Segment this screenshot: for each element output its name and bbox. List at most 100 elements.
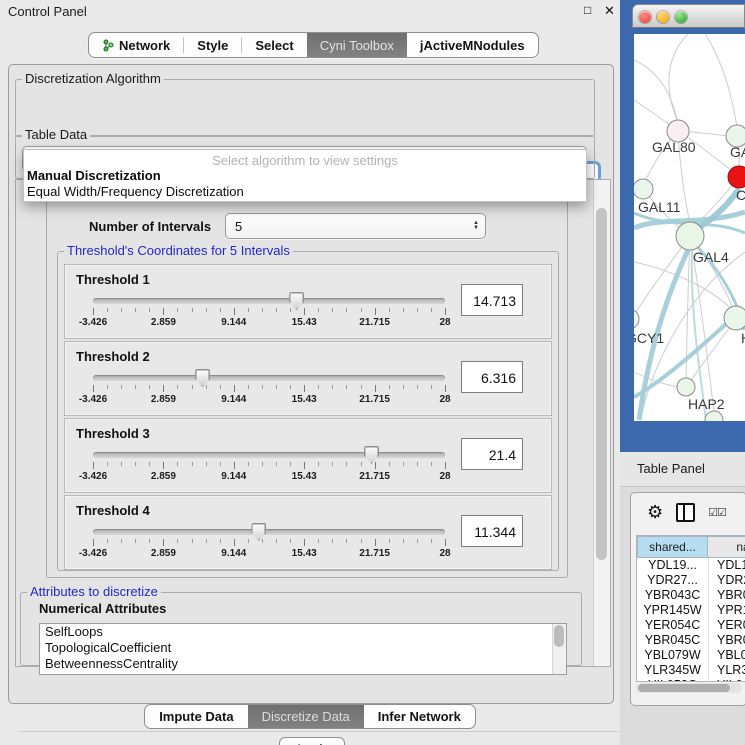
threshold-value-field[interactable]: 6.316 bbox=[461, 361, 523, 393]
slider-track[interactable] bbox=[93, 529, 445, 535]
float-window-icon[interactable]: □ bbox=[584, 3, 591, 17]
table-row[interactable]: YBR045CYBR0 bbox=[637, 633, 745, 648]
top-tab-bar: Network Style Select Cyni Toolbox jActiveMNo… bbox=[88, 32, 539, 58]
checkboxes-icon[interactable]: ☑☑ bbox=[708, 506, 726, 519]
network-node-gal4[interactable] bbox=[676, 222, 704, 250]
slider-track[interactable] bbox=[93, 452, 445, 458]
network-node-label: HAP2 bbox=[688, 396, 725, 412]
tab-style[interactable]: Style bbox=[184, 33, 241, 57]
attributes-scrollbar-thumb[interactable] bbox=[554, 625, 564, 647]
network-node-gcy1[interactable] bbox=[634, 309, 639, 329]
table-cell[interactable]: YLR345W bbox=[637, 663, 708, 678]
network-node-label: GAL11 bbox=[638, 199, 681, 215]
table-row[interactable]: YDL19...YDL1 bbox=[637, 558, 745, 573]
network-node-label: GAL4 bbox=[693, 249, 729, 265]
table-row[interactable]: YIL052CYIL0 bbox=[637, 678, 745, 682]
slider-track[interactable] bbox=[93, 298, 445, 304]
table-cell[interactable]: YDL1 bbox=[708, 558, 745, 573]
table-cell[interactable]: YDR27... bbox=[637, 573, 708, 588]
table-cell[interactable]: YER0 bbox=[708, 618, 745, 633]
numerical-attributes-list[interactable]: SelfLoopsTopologicalCoefficientBetweenne… bbox=[39, 623, 567, 675]
table-row[interactable]: YBR043CYBR0 bbox=[637, 588, 745, 603]
network-node-hap2[interactable] bbox=[677, 378, 695, 396]
dropdown-option-manual-discretization[interactable]: Manual Discretization bbox=[27, 168, 161, 183]
number-of-intervals-combobox[interactable]: 5 ▲▼ bbox=[225, 213, 486, 239]
table-row[interactable]: YLR345WYLR3 bbox=[637, 663, 745, 678]
bottom-tab-impute-data[interactable]: Impute Data bbox=[145, 705, 247, 728]
table-row[interactable]: YBL079WYBL0 bbox=[637, 648, 745, 663]
table-cell[interactable]: YER054C bbox=[637, 618, 708, 633]
threshold-slider[interactable] bbox=[93, 368, 445, 394]
column-header-na[interactable]: na bbox=[708, 536, 745, 558]
region-vertical-scrollbar[interactable] bbox=[593, 180, 610, 666]
attribute-item[interactable]: SelfLoops bbox=[40, 624, 566, 640]
network-window-titlebar[interactable] bbox=[632, 4, 745, 28]
table-cell[interactable]: YDR2 bbox=[708, 573, 745, 588]
number-of-intervals-value: 5 bbox=[235, 219, 242, 234]
zoom-traffic-light-icon[interactable] bbox=[675, 11, 687, 23]
table-cell[interactable]: YBL0 bbox=[708, 648, 745, 663]
threshold-slider[interactable] bbox=[93, 445, 445, 471]
tab-cyni-toolbox[interactable]: Cyni Toolbox bbox=[307, 33, 407, 57]
slider-track[interactable] bbox=[93, 375, 445, 381]
threshold-slider[interactable] bbox=[93, 291, 445, 317]
attributes-list-scrollbar[interactable] bbox=[552, 624, 566, 674]
thresholds-group-label: Threshold's Coordinates for 5 Intervals bbox=[64, 244, 293, 258]
dropdown-option-equal-width-frequency[interactable]: Equal Width/Frequency Discretization bbox=[27, 184, 244, 199]
split-columns-icon[interactable] bbox=[676, 503, 695, 522]
table-horizontal-scrollbar[interactable] bbox=[636, 683, 742, 693]
table-cell[interactable]: YBL079W bbox=[637, 648, 708, 663]
table-cell[interactable]: YPR1 bbox=[708, 603, 745, 618]
attribute-item[interactable]: BetweennessCentrality bbox=[40, 656, 566, 672]
tab-label: jActiveMNodules bbox=[420, 38, 525, 53]
table-cell[interactable]: YBR0 bbox=[708, 588, 745, 603]
table-cell[interactable]: YBR0 bbox=[708, 633, 745, 648]
close-panel-icon[interactable]: ✕ bbox=[604, 3, 615, 19]
gear-icon[interactable]: ⚙ bbox=[647, 503, 663, 521]
node-table[interactable]: shared...naYDL19...YDL1YDR27...YDR2YBR04… bbox=[636, 535, 745, 682]
table-cell[interactable]: YBR043C bbox=[637, 588, 708, 603]
table-data-label: Table Data bbox=[22, 128, 90, 142]
network-edge bbox=[686, 327, 730, 387]
network-node-c[interactable] bbox=[728, 166, 745, 188]
tab-label: Cyni Toolbox bbox=[320, 38, 394, 53]
slider-tick-labels: -3.4262.8599.14415.4321.71528 bbox=[93, 317, 445, 329]
tab-network[interactable]: Network bbox=[89, 33, 183, 57]
threshold-label: Threshold 2 bbox=[76, 349, 150, 364]
table-row[interactable]: YDR27...YDR2 bbox=[637, 573, 745, 588]
table-cell[interactable]: YDL19... bbox=[637, 558, 708, 573]
table-cell[interactable]: YLR3 bbox=[708, 663, 745, 678]
threshold-slider[interactable] bbox=[93, 522, 445, 548]
minimize-traffic-light-icon[interactable] bbox=[657, 11, 669, 23]
threshold-value-field[interactable]: 21.4 bbox=[461, 438, 523, 470]
region-scrollbar-thumb[interactable] bbox=[596, 208, 607, 560]
threshold-value-field[interactable]: 14.713 bbox=[461, 284, 523, 316]
slider-tick-labels: -3.4262.8599.14415.4321.71528 bbox=[93, 394, 445, 406]
apply-button[interactable]: Apply bbox=[279, 737, 345, 745]
table-cell[interactable]: YIL0 bbox=[708, 678, 745, 682]
column-header-shared-[interactable]: shared... bbox=[637, 536, 708, 558]
close-traffic-light-icon[interactable] bbox=[639, 11, 651, 23]
tab-label: Style bbox=[197, 38, 228, 53]
table-row[interactable]: YPR145WYPR1 bbox=[637, 603, 745, 618]
bottom-tab-infer-network[interactable]: Infer Network bbox=[364, 705, 475, 728]
tab-select[interactable]: Select bbox=[242, 33, 306, 57]
numerical-attributes-label: Numerical Attributes bbox=[39, 601, 166, 616]
tab-jactivemnodules[interactable]: jActiveMNodules bbox=[407, 33, 538, 57]
settings-scroll-region: Interval Definition Number of Intervals … bbox=[15, 179, 611, 667]
number-of-intervals-label: Number of Intervals bbox=[89, 219, 211, 234]
network-node-h[interactable] bbox=[724, 306, 745, 330]
table-cell[interactable]: YBR045C bbox=[637, 633, 708, 648]
threshold-value-field[interactable]: 11.344 bbox=[461, 515, 523, 547]
slider-ticks bbox=[93, 307, 445, 315]
table-cell[interactable]: YIL052C bbox=[637, 678, 708, 682]
apply-strip: Apply bbox=[19, 731, 619, 745]
network-node-gal11[interactable] bbox=[634, 179, 653, 199]
table-cell[interactable]: YPR145W bbox=[637, 603, 708, 618]
table-row[interactable]: YER054CYER0 bbox=[637, 618, 745, 633]
attribute-item[interactable]: TopologicalCoefficient bbox=[40, 640, 566, 656]
bottom-tab-discretize-data[interactable]: Discretize Data bbox=[248, 705, 364, 728]
network-node[interactable] bbox=[705, 411, 723, 421]
network-view-canvas[interactable]: GAL80GACGAL11GAL4GCY1HHAP2 bbox=[634, 34, 745, 421]
table-scrollbar-thumb[interactable] bbox=[638, 684, 730, 692]
